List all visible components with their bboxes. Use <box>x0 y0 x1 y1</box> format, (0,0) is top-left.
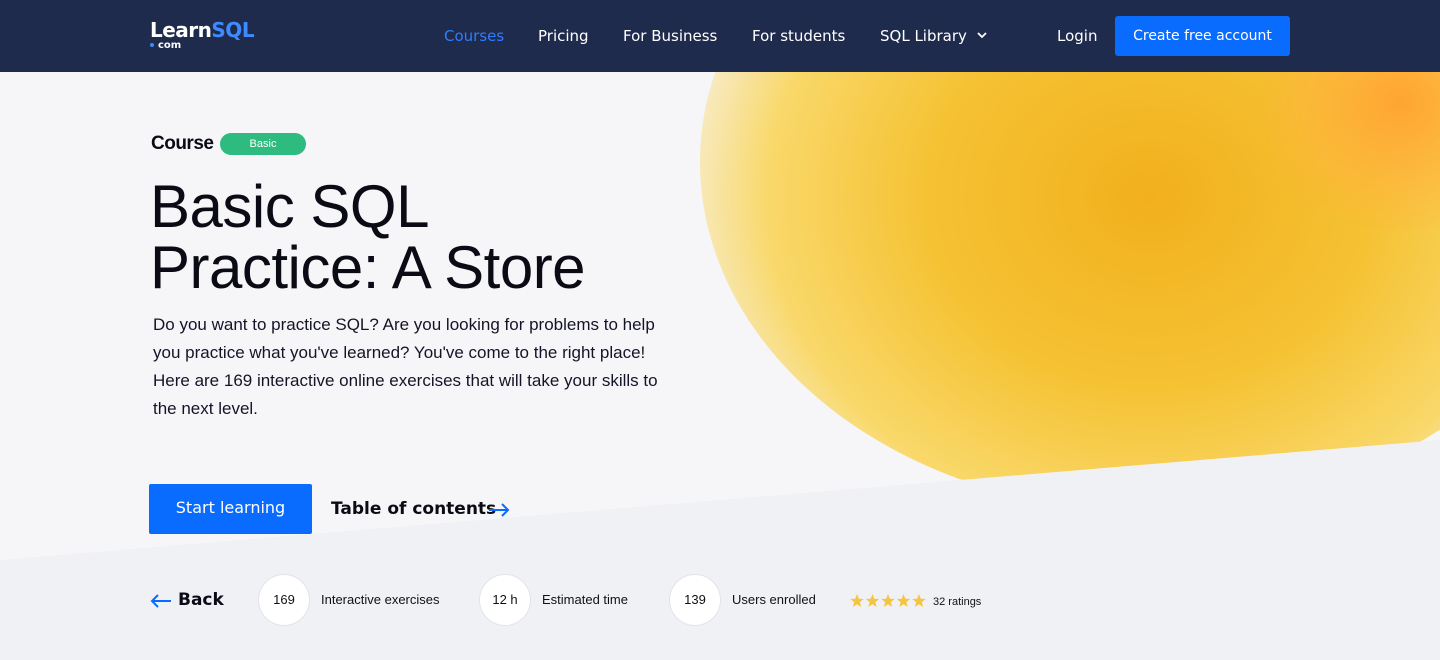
hero-diagonal-band <box>0 440 1440 660</box>
users-enrolled-count: 139 <box>669 574 721 626</box>
course-type-label: Course <box>151 133 214 154</box>
back-label: Back <box>178 590 224 610</box>
course-hero: Course Basic Basic SQL Practice: A Store… <box>0 72 1440 660</box>
logo-wordmark: LearnSQL <box>150 18 255 42</box>
rating-stars <box>850 594 926 607</box>
star-icon-group <box>850 594 926 607</box>
nav-link-for-business[interactable]: For Business <box>623 25 717 47</box>
create-free-account-button[interactable]: Create free account <box>1115 16 1290 56</box>
logo-domain: com <box>150 40 181 52</box>
table-of-contents-link[interactable]: Table of contents <box>331 498 496 520</box>
chevron-down-icon[interactable] <box>976 29 988 41</box>
arrow-right-icon[interactable] <box>488 503 510 517</box>
star-icon <box>865 594 880 607</box>
star-icon <box>850 594 864 607</box>
learnsql-logo[interactable]: LearnSQL com <box>150 18 260 54</box>
exercises-label: Interactive exercises <box>321 592 440 607</box>
nav-link-courses[interactable]: Courses <box>444 25 504 47</box>
star-icon <box>912 594 926 607</box>
nav-link-pricing[interactable]: Pricing <box>538 25 589 47</box>
estimated-time-value: 12 h <box>479 574 531 626</box>
exercises-count: 169 <box>258 574 310 626</box>
arrow-left-icon <box>150 594 171 608</box>
top-navbar: LearnSQL com Courses Pricing For Busines… <box>0 0 1440 72</box>
start-learning-button[interactable]: Start learning <box>149 484 312 534</box>
nav-link-for-students[interactable]: For students <box>752 25 845 47</box>
star-icon <box>896 594 911 607</box>
level-badge: Basic <box>220 133 306 155</box>
login-link[interactable]: Login <box>1057 25 1097 47</box>
ratings-count: 32 ratings <box>933 596 982 608</box>
users-enrolled-label: Users enrolled <box>732 592 816 607</box>
course-title-line2: Practice: A Store <box>150 234 586 301</box>
course-title-line1: Basic SQL <box>150 173 429 240</box>
star-icon <box>881 594 895 607</box>
logo-dot-icon <box>150 43 154 47</box>
course-title: Basic SQL Practice: A Store <box>150 176 750 298</box>
estimated-time-label: Estimated time <box>542 592 628 607</box>
course-description: Do you want to practice SQL? Are you loo… <box>153 315 658 418</box>
nav-link-sql-library[interactable]: SQL Library <box>880 25 967 47</box>
